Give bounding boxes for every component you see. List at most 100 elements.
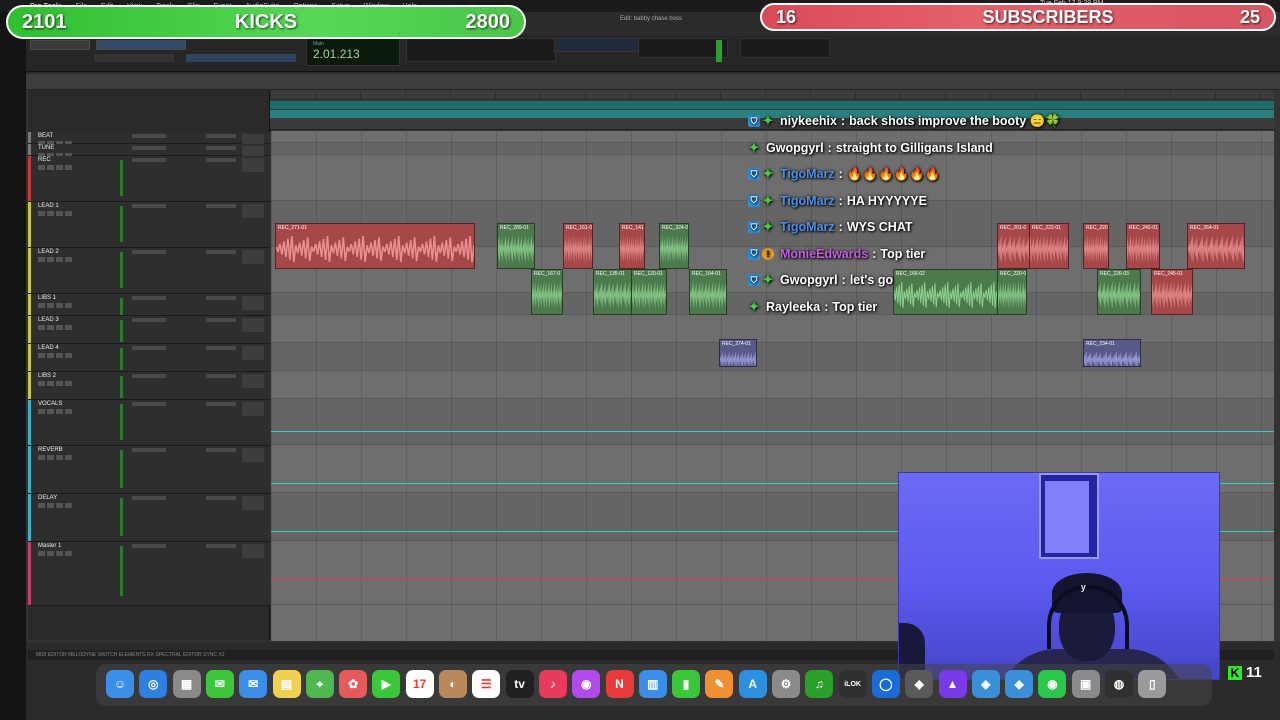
send-slot[interactable] — [206, 318, 236, 322]
dock-safari-icon[interactable]: ◎ — [139, 670, 168, 698]
dock-news-icon[interactable]: N — [605, 670, 634, 698]
audio-clip[interactable]: REC_161-01 — [563, 223, 593, 269]
send-slot[interactable] — [206, 496, 236, 500]
bars-beats-ruler[interactable] — [270, 92, 1274, 100]
track-header[interactable]: Master 1 — [28, 542, 270, 606]
track-name[interactable]: LIBS 2 — [38, 373, 56, 379]
track-state-buttons[interactable] — [38, 409, 72, 414]
track-state-buttons[interactable] — [38, 325, 72, 330]
track-header[interactable]: DELAY — [28, 494, 270, 542]
io-selector[interactable] — [242, 374, 264, 388]
send-slot[interactable] — [206, 402, 236, 406]
track-name[interactable]: DELAY — [38, 495, 57, 501]
dock-reminders-icon[interactable]: ☰ — [472, 670, 501, 698]
track-header[interactable]: VOCALS — [28, 400, 270, 446]
dock-pro-tools-icon[interactable]: ◯ — [871, 670, 900, 698]
track-header[interactable]: LEAD 1 — [28, 202, 270, 248]
dock-podcasts-icon[interactable]: ◉ — [572, 670, 601, 698]
send-slot[interactable] — [206, 296, 236, 300]
dock-calendar-icon[interactable]: 17 — [405, 670, 434, 698]
audio-clip[interactable]: REC_324-0 — [659, 223, 689, 269]
audio-clip[interactable]: REC_289-01 — [497, 223, 535, 269]
dock-app-store-icon[interactable]: A — [738, 670, 767, 698]
track-name[interactable]: REC — [38, 157, 51, 163]
io-selector[interactable] — [242, 318, 264, 332]
track-state-buttons[interactable] — [38, 165, 72, 170]
grid-nudge-buttons[interactable] — [186, 54, 296, 62]
chat-username[interactable]: TigoMarz — [780, 220, 835, 234]
send-slot[interactable] — [206, 448, 236, 452]
audio-clip[interactable]: REC_274-01 — [719, 339, 757, 367]
send-slot[interactable] — [206, 346, 236, 350]
dock-photos-icon[interactable]: ✿ — [339, 670, 368, 698]
track-lane[interactable] — [271, 399, 1274, 445]
dock-messages-icon[interactable]: ✉ — [205, 670, 234, 698]
insert-slot[interactable] — [132, 402, 166, 406]
track-state-buttons[interactable] — [38, 303, 72, 308]
insert-slot[interactable] — [132, 544, 166, 548]
insert-slot[interactable] — [132, 146, 166, 150]
insert-slot[interactable] — [132, 346, 166, 350]
track-name[interactable]: LEAD 4 — [38, 345, 59, 351]
send-slot[interactable] — [206, 250, 236, 254]
io-selector[interactable] — [242, 496, 264, 510]
chat-username[interactable]: MonieEdwards — [780, 247, 868, 261]
chat-username[interactable]: TigoMarz — [780, 167, 835, 181]
audio-clip[interactable]: REC_141 — [619, 223, 645, 269]
io-selector[interactable] — [242, 204, 264, 218]
automation-line[interactable] — [271, 431, 1274, 432]
dock-plugin-icon[interactable]: ◆ — [905, 670, 934, 698]
track-state-buttons[interactable] — [38, 381, 72, 386]
track-name[interactable]: REVERB — [38, 447, 63, 453]
track-name[interactable]: LEAD 3 — [38, 317, 59, 323]
track-state-buttons[interactable] — [38, 211, 72, 216]
audio-clip[interactable]: REC_271-01 — [275, 223, 475, 269]
dock-logic-icon[interactable]: ♫ — [805, 670, 834, 698]
track-header[interactable]: TUNE — [28, 144, 270, 160]
insert-slot[interactable] — [132, 250, 166, 254]
insert-slot[interactable] — [132, 296, 166, 300]
io-selector[interactable] — [242, 448, 264, 462]
audio-clip[interactable]: REC_234-01 — [1083, 339, 1141, 367]
track-header[interactable]: LEAD 3 — [28, 316, 270, 344]
track-state-buttons[interactable] — [38, 503, 72, 508]
chat-username[interactable]: Rayleeka — [766, 300, 820, 314]
track-name[interactable]: TUNE — [38, 145, 54, 151]
dock-keynote-icon[interactable]: ▥ — [638, 670, 667, 698]
send-slot[interactable] — [206, 374, 236, 378]
track-header[interactable]: LIBS 2 — [28, 372, 270, 400]
insert-slot[interactable] — [132, 374, 166, 378]
zoom-presets[interactable] — [94, 54, 174, 62]
io-selector[interactable] — [242, 296, 264, 310]
dock-maps-icon[interactable]: ⌖ — [305, 670, 334, 698]
insert-slot[interactable] — [132, 134, 166, 138]
track-header[interactable]: REVERB — [28, 446, 270, 494]
io-selector[interactable] — [242, 346, 264, 360]
track-name[interactable]: VOCALS — [38, 401, 62, 407]
insert-slot[interactable] — [132, 204, 166, 208]
dock-system-settings-icon[interactable]: ⚙ — [772, 670, 800, 698]
dock-pages-icon[interactable]: ✎ — [705, 670, 734, 698]
track-name[interactable]: BEAT — [38, 133, 53, 139]
audio-clip[interactable]: REC_245-01 — [1151, 269, 1193, 315]
audio-clip[interactable]: REC_264-01 — [1187, 223, 1245, 269]
chat-username[interactable]: TigoMarz — [780, 194, 835, 208]
track-lane[interactable] — [271, 371, 1274, 399]
dock-ilok-icon[interactable]: iLOK — [838, 670, 867, 698]
grid-settings[interactable] — [740, 38, 830, 58]
track-header[interactable]: LEAD 2 — [28, 248, 270, 294]
track-name[interactable]: Master 1 — [38, 543, 61, 549]
send-slot[interactable] — [206, 158, 236, 162]
dock-tv-icon[interactable]: tv — [505, 670, 534, 698]
edit-mode-buttons[interactable] — [30, 40, 90, 50]
dock-network-icon[interactable]: ▣ — [1071, 670, 1100, 698]
dock-numbers-icon[interactable]: ▮ — [672, 670, 701, 698]
track-name[interactable]: LEAD 2 — [38, 249, 59, 255]
dock-obs-icon[interactable]: ◍ — [1105, 670, 1133, 698]
track-name[interactable]: LEAD 1 — [38, 203, 59, 209]
track-header[interactable]: LIBS 1 — [28, 294, 270, 316]
track-state-buttons[interactable] — [38, 353, 72, 358]
send-slot[interactable] — [206, 134, 236, 138]
io-selector[interactable] — [242, 158, 264, 172]
io-selector[interactable] — [242, 250, 264, 264]
